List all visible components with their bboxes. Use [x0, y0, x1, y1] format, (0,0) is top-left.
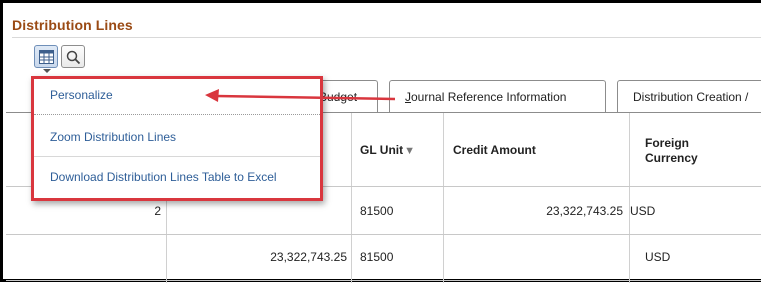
app-frame: Distribution Lines Budget Journal Refere… — [0, 0, 761, 283]
annotation-arrow-icon — [205, 89, 396, 102]
